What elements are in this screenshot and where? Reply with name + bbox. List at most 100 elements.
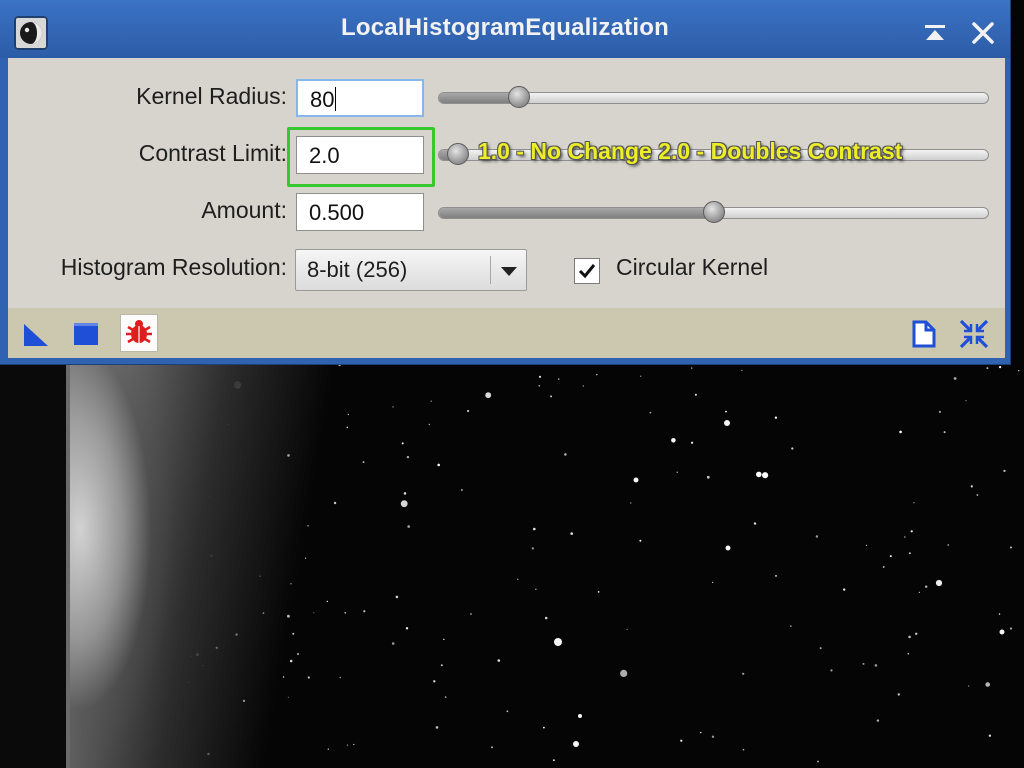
star xyxy=(363,610,366,613)
star xyxy=(908,552,911,555)
star xyxy=(986,367,989,370)
star xyxy=(999,366,1002,369)
star xyxy=(1003,469,1006,473)
slider-handle[interactable] xyxy=(507,86,530,108)
star xyxy=(897,693,900,696)
star xyxy=(346,426,349,429)
star xyxy=(333,501,337,505)
apply-global-icon[interactable] xyxy=(70,318,102,350)
shade-icon[interactable] xyxy=(922,22,948,44)
new-instance-icon[interactable] xyxy=(20,318,52,350)
star xyxy=(433,680,436,683)
star xyxy=(444,696,447,698)
star xyxy=(817,760,819,763)
star xyxy=(725,410,727,413)
star xyxy=(633,477,639,483)
checkmark-icon xyxy=(578,264,596,279)
star xyxy=(680,739,683,742)
star xyxy=(553,759,555,762)
star xyxy=(742,672,745,675)
image-gutter xyxy=(0,360,68,768)
star xyxy=(910,530,913,533)
star xyxy=(564,453,567,456)
amount-input[interactable]: 0.500 xyxy=(296,193,424,231)
star xyxy=(753,522,757,525)
combo-divider xyxy=(490,256,491,284)
star xyxy=(470,613,472,615)
star xyxy=(1009,627,1013,630)
real-time-preview-icon[interactable] xyxy=(120,314,158,352)
process-dialog: LocalHistogramEqualization Kernel Radius… xyxy=(0,0,1010,364)
star xyxy=(915,632,918,635)
chevron-down-icon[interactable] xyxy=(499,265,519,277)
circular-kernel-label[interactable]: Circular Kernel xyxy=(616,254,768,281)
slider-handle[interactable] xyxy=(447,143,470,165)
star xyxy=(596,373,598,376)
title-bar[interactable]: LocalHistogramEqualization xyxy=(0,0,1010,58)
star xyxy=(985,682,990,687)
star xyxy=(538,384,541,387)
contrast-limit-value: 2.0 xyxy=(309,143,340,168)
star xyxy=(437,463,441,467)
star xyxy=(640,375,642,377)
star xyxy=(756,471,762,478)
star xyxy=(517,578,519,580)
star xyxy=(435,726,439,729)
star xyxy=(597,591,600,593)
kernel-radius-input[interactable]: 80 xyxy=(296,79,424,117)
amount-label: Amount: xyxy=(201,197,287,223)
galaxy-image-region xyxy=(70,360,330,768)
star xyxy=(400,500,408,508)
histogram-resolution-select[interactable]: 8-bit (256) xyxy=(295,249,527,291)
process-toolbar xyxy=(8,308,1005,358)
star xyxy=(918,591,921,594)
kernel-radius-slider[interactable] xyxy=(438,86,989,108)
star xyxy=(338,363,341,367)
star xyxy=(428,423,430,426)
kernel-radius-value: 80 xyxy=(310,87,335,112)
star xyxy=(395,595,399,599)
circular-kernel-checkbox[interactable] xyxy=(574,258,600,284)
star xyxy=(430,400,432,402)
collapse-icon[interactable] xyxy=(958,318,990,350)
star xyxy=(558,378,560,380)
star xyxy=(676,471,678,473)
star xyxy=(935,579,943,587)
star xyxy=(725,545,731,551)
star xyxy=(925,585,928,588)
star xyxy=(443,638,445,641)
star xyxy=(467,409,470,413)
star xyxy=(573,741,579,747)
contrast-limit-input[interactable]: 2.0 xyxy=(296,136,424,174)
close-icon[interactable] xyxy=(970,22,996,44)
star xyxy=(344,611,347,614)
star xyxy=(346,744,349,746)
star xyxy=(485,392,492,399)
star xyxy=(913,502,915,504)
star xyxy=(938,410,942,413)
star xyxy=(899,430,902,434)
kernel-radius-label: Kernel Radius: xyxy=(136,83,287,109)
star xyxy=(405,627,409,630)
star xyxy=(947,544,950,546)
star xyxy=(908,635,911,639)
star xyxy=(815,535,819,538)
window-title: LocalHistogramEqualization xyxy=(341,14,669,41)
star xyxy=(1010,546,1012,549)
star xyxy=(649,411,652,414)
reset-icon[interactable] xyxy=(908,318,940,350)
star xyxy=(620,669,628,678)
star xyxy=(630,502,632,504)
amount-slider[interactable] xyxy=(438,201,989,223)
star xyxy=(790,625,792,627)
star xyxy=(741,369,743,371)
star xyxy=(819,647,822,650)
star xyxy=(865,544,868,546)
histogram-resolution-value: 8-bit (256) xyxy=(307,257,408,282)
star xyxy=(544,616,548,620)
star xyxy=(671,438,676,443)
star xyxy=(531,547,534,550)
slider-handle[interactable] xyxy=(702,201,725,223)
star xyxy=(862,662,865,665)
star xyxy=(1018,370,1020,372)
